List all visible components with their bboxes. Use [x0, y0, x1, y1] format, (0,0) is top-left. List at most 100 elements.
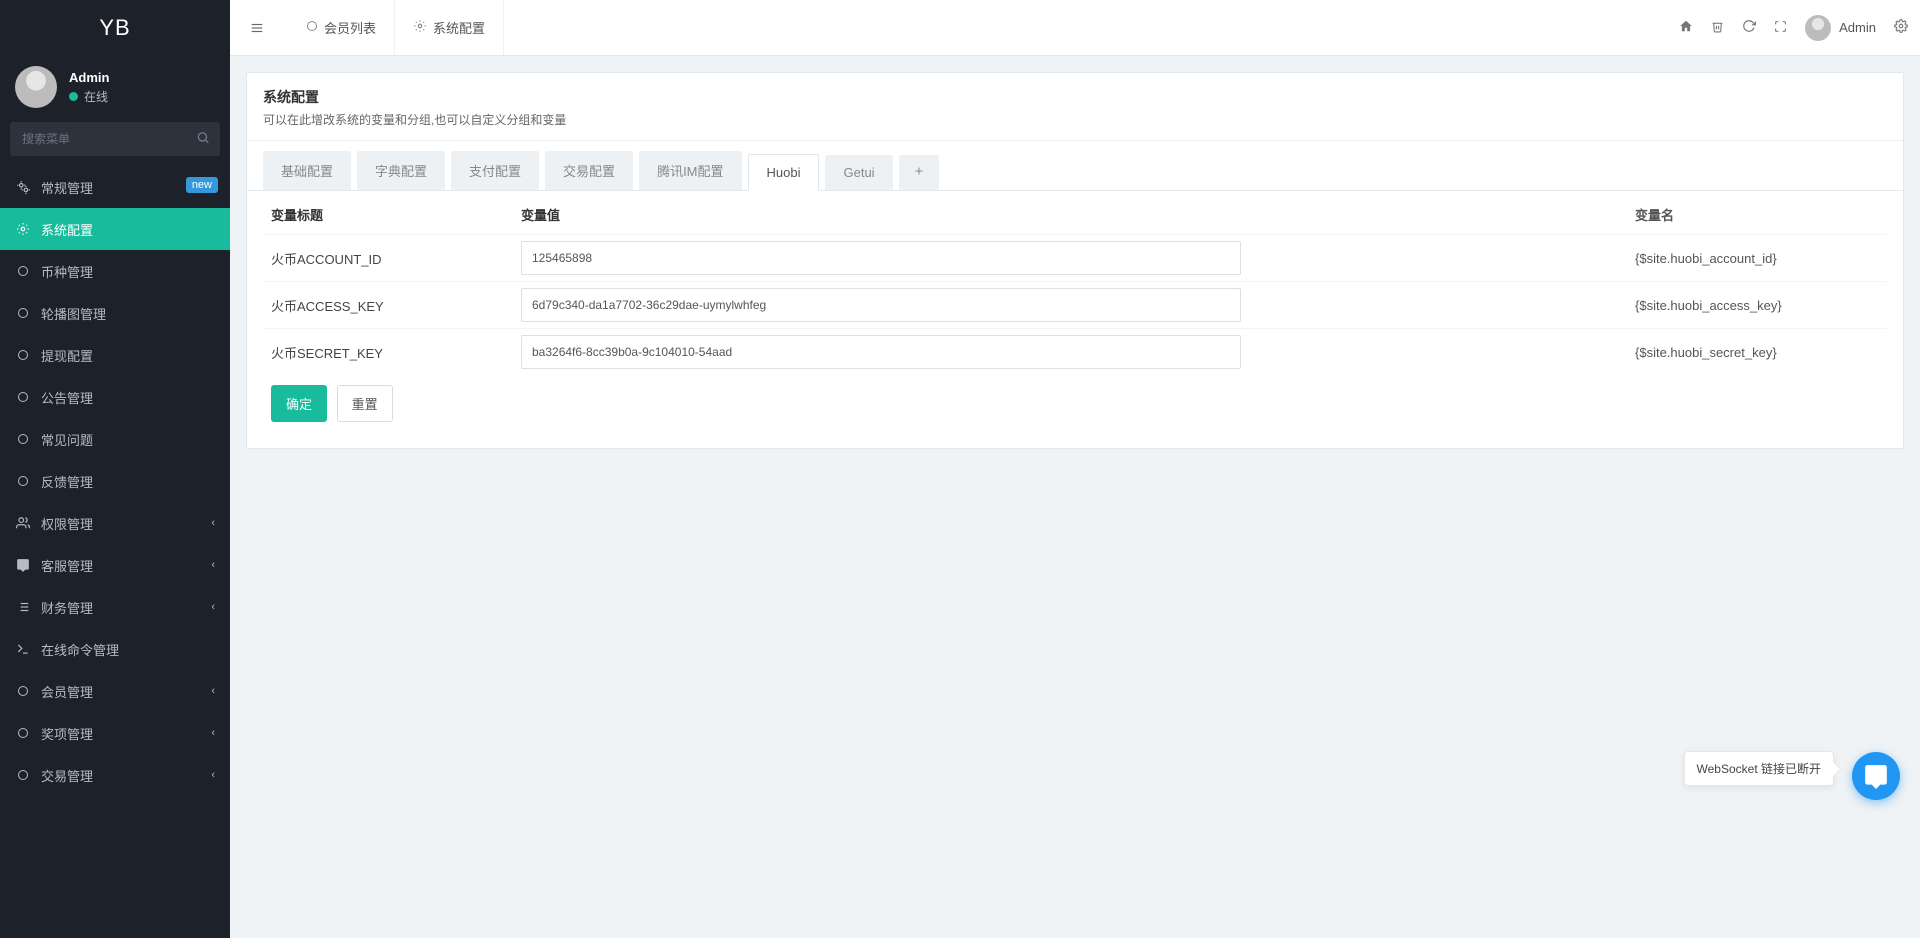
- th-name: 变量名: [1627, 191, 1887, 235]
- user-name: Admin: [69, 70, 109, 85]
- chevron-left-icon: ‹: [211, 517, 215, 529]
- sidebar-item-3[interactable]: 轮播图管理: [0, 292, 230, 334]
- sidebar-item-label: 会员管理: [41, 682, 93, 701]
- user-panel: Admin 在线: [0, 56, 230, 122]
- page-title: 系统配置: [263, 87, 1887, 107]
- config-tab-2[interactable]: 支付配置: [451, 151, 539, 190]
- sidebar-item-label: 币种管理: [41, 262, 93, 281]
- logo: YB: [0, 0, 230, 56]
- circle-o-icon: [15, 307, 31, 319]
- table-row: 火币ACCOUNT_ID {$site.huobi_account_id}: [263, 235, 1887, 282]
- row-label: 火币ACCOUNT_ID: [263, 235, 513, 282]
- sidebar-item-label: 反馈管理: [41, 472, 93, 491]
- sidebar-item-label: 常见问题: [41, 430, 93, 449]
- websocket-toast: WebSocket 链接已断开: [1684, 751, 1834, 786]
- table-row: 火币SECRET_KEY {$site.huobi_secret_key}: [263, 329, 1887, 376]
- sidebar-item-label: 在线命令管理: [41, 640, 119, 659]
- row-label: 火币ACCESS_KEY: [263, 282, 513, 329]
- chevron-left-icon: ‹: [211, 559, 215, 571]
- row-varname: {$site.huobi_account_id}: [1627, 235, 1887, 282]
- sidebar-item-5[interactable]: 公告管理: [0, 376, 230, 418]
- plus-icon: [913, 165, 925, 177]
- chat-bubble[interactable]: [1852, 752, 1900, 800]
- top-tabs: 会员列表 系统配置: [288, 0, 504, 55]
- home-icon[interactable]: [1679, 19, 1693, 36]
- row-varname: {$site.huobi_access_key}: [1627, 282, 1887, 329]
- topbar-user[interactable]: Admin: [1805, 15, 1876, 41]
- cogs-icon: [15, 180, 31, 194]
- top-tab-0[interactable]: 会员列表: [288, 0, 395, 55]
- sidebar-item-6[interactable]: 常见问题: [0, 418, 230, 460]
- users-icon: [15, 516, 31, 530]
- avatar-icon: [1805, 15, 1831, 41]
- sidebar-item-label: 常规管理: [41, 178, 93, 197]
- top-tab-label: 系统配置: [433, 18, 485, 37]
- sidebar-item-7[interactable]: 反馈管理: [0, 460, 230, 502]
- sidebar-item-label: 公告管理: [41, 388, 93, 407]
- sidebar-search: [10, 122, 220, 156]
- reset-button[interactable]: 重置: [337, 385, 393, 422]
- sidebar-item-label: 交易管理: [41, 766, 93, 785]
- sidebar-item-1[interactable]: 系统配置: [0, 208, 230, 250]
- config-tab-4[interactable]: 腾讯IM配置: [639, 151, 741, 190]
- sidebar-item-9[interactable]: 客服管理 ‹: [0, 544, 230, 586]
- circle-o-icon: [15, 727, 31, 739]
- circle-o-icon: [15, 349, 31, 361]
- circle-o-icon: [306, 20, 318, 35]
- config-tabs: 基础配置字典配置支付配置交易配置腾讯IM配置HuobiGetui: [247, 140, 1903, 191]
- refresh-icon[interactable]: [1742, 19, 1756, 36]
- submit-button[interactable]: 确定: [271, 385, 327, 422]
- list-icon: [15, 600, 31, 614]
- settings-icon[interactable]: [1894, 19, 1908, 36]
- table-row: 火币ACCESS_KEY {$site.huobi_access_key}: [263, 282, 1887, 329]
- cog-icon: [15, 222, 31, 236]
- circle-o-icon: [15, 433, 31, 445]
- row-label: 火币SECRET_KEY: [263, 329, 513, 376]
- sidebar-item-12[interactable]: 会员管理 ‹: [0, 670, 230, 712]
- sidebar-item-11[interactable]: 在线命令管理: [0, 628, 230, 670]
- trash-icon[interactable]: [1711, 20, 1724, 36]
- sidebar-item-10[interactable]: 财务管理‹: [0, 586, 230, 628]
- circle-o-icon: [15, 685, 31, 697]
- row-value-input[interactable]: [521, 335, 1241, 369]
- user-status-label: 在线: [84, 88, 108, 105]
- cog-icon: [413, 19, 427, 36]
- config-tab-add[interactable]: [899, 155, 939, 190]
- avatar: [15, 66, 57, 108]
- sidebar-item-14[interactable]: 交易管理‹: [0, 754, 230, 796]
- topbar-user-label: Admin: [1839, 20, 1876, 35]
- sidebar-item-2[interactable]: 币种管理: [0, 250, 230, 292]
- config-tab-6[interactable]: Getui: [825, 155, 892, 190]
- fullscreen-icon[interactable]: [1774, 20, 1787, 36]
- status-dot-icon: [69, 92, 78, 101]
- sidebar-item-8[interactable]: 权限管理‹: [0, 502, 230, 544]
- config-tab-5[interactable]: Huobi: [748, 154, 820, 191]
- sidebar-item-13[interactable]: 奖项管理‹: [0, 712, 230, 754]
- terminal-icon: [15, 642, 31, 656]
- menu-toggle[interactable]: [242, 21, 272, 35]
- sidebar-item-label: 系统配置: [41, 220, 93, 239]
- th-label: 变量标题: [263, 191, 513, 235]
- row-value-input[interactable]: [521, 288, 1241, 322]
- top-tab-1[interactable]: 系统配置: [395, 0, 504, 55]
- config-tab-0[interactable]: 基础配置: [263, 151, 351, 190]
- sidebar-item-label: 客服管理: [41, 556, 93, 575]
- config-tab-3[interactable]: 交易配置: [545, 151, 633, 190]
- circle-o-icon: [15, 265, 31, 277]
- sidebar-item-label: 提现配置: [41, 346, 93, 365]
- circle-o-icon: [15, 769, 31, 781]
- nav-list: 常规管理 new 系统配置币种管理轮播图管理提现配置公告管理常见问题反馈管理权限管理…: [0, 166, 230, 938]
- sidebar-item-label: 奖项管理: [41, 724, 93, 743]
- search-input[interactable]: [10, 122, 220, 156]
- sidebar-item-label: 财务管理: [41, 598, 93, 617]
- chevron-left-icon: ‹: [211, 685, 215, 697]
- row-varname: {$site.huobi_secret_key}: [1627, 329, 1887, 376]
- comment-icon: [15, 558, 31, 572]
- row-value-input[interactable]: [521, 241, 1241, 275]
- new-badge: new: [186, 177, 218, 193]
- user-status: 在线: [69, 88, 109, 105]
- content: 系统配置 可以在此增改系统的变量和分组,也可以自定义分组和变量 基础配置字典配置…: [230, 56, 1920, 938]
- config-tab-1[interactable]: 字典配置: [357, 151, 445, 190]
- sidebar-item-4[interactable]: 提现配置: [0, 334, 230, 376]
- top-tab-label: 会员列表: [324, 18, 376, 37]
